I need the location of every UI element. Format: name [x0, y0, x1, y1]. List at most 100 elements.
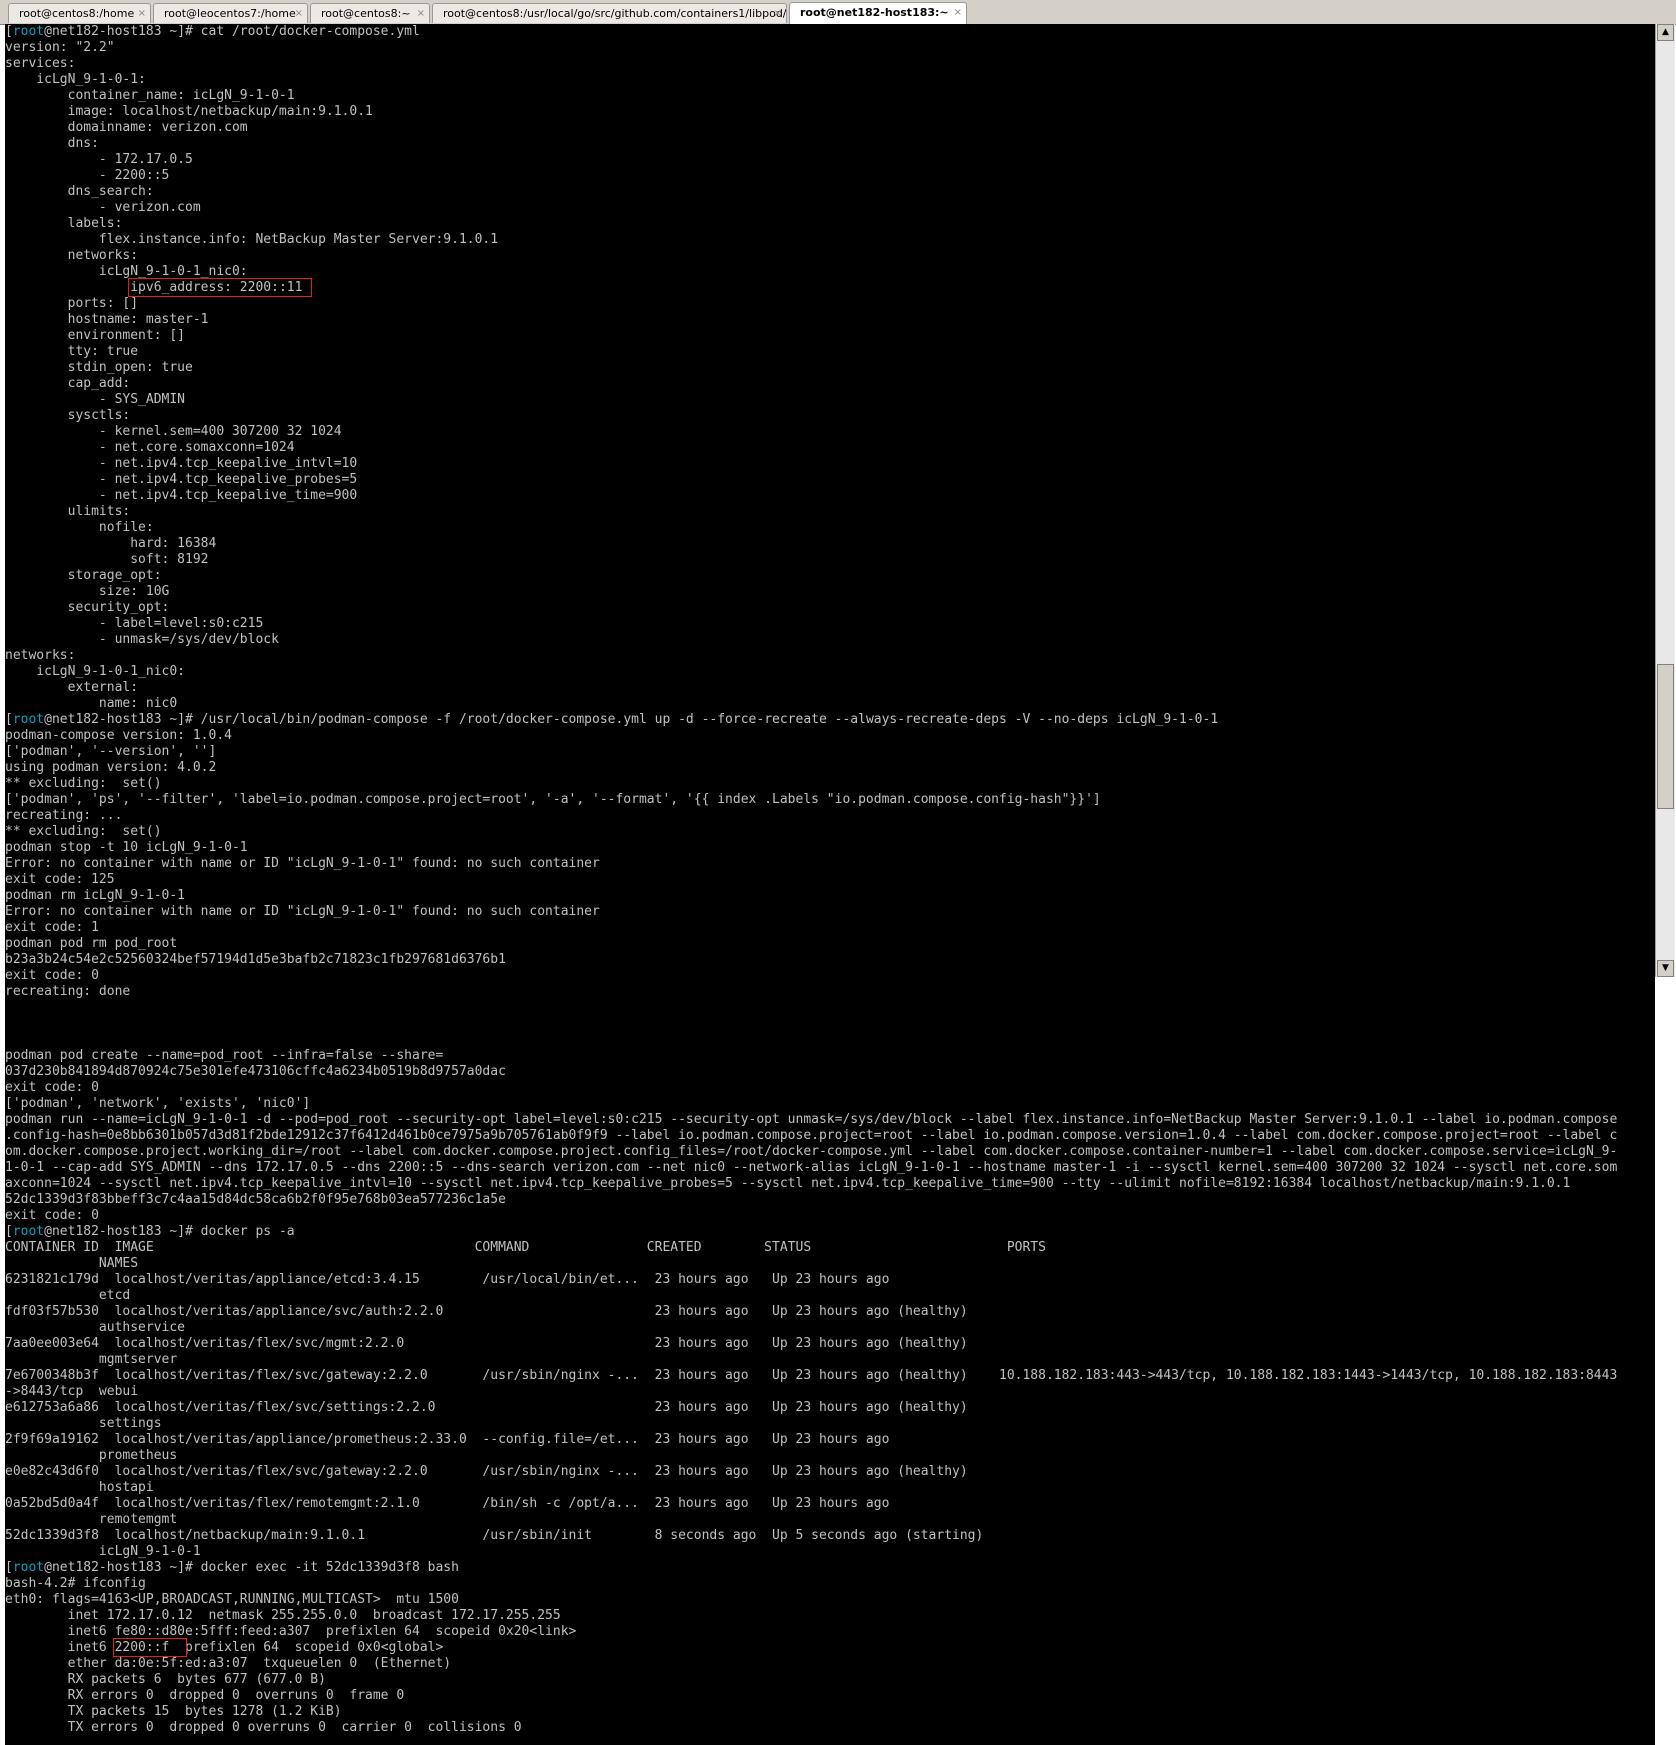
terminal-text-segment: - net.core.somaxconn=1024: [5, 440, 295, 455]
terminal-text-segment: sysctls:: [5, 408, 131, 423]
terminal-line: external:: [5, 680, 1655, 696]
highlighted-text: ipv6_address: 2200::11: [128, 278, 313, 297]
terminal-output[interactable]: [root@net182-host183 ~]# cat /root/docke…: [5, 24, 1655, 1745]
terminal-line: 7e6700348b3f localhost/veritas/flex/svc/…: [5, 1368, 1655, 1384]
terminal-line: tty: true: [5, 344, 1655, 360]
tab-root-centos8-libpod-bin[interactable]: root@centos8:/usr/local/go/src/github.co…: [432, 3, 787, 23]
terminal-line: 0a52bd5d0a4f localhost/veritas/flex/remo…: [5, 1496, 1655, 1512]
terminal-text-segment: - label=level:s0:c215: [5, 616, 264, 631]
tab-root-centos8-home-dir[interactable]: root@centos8:~ ×: [310, 3, 430, 23]
tab-label: root@centos8:/usr/local/go/src/github.co…: [443, 7, 787, 20]
terminal-line: storage_opt:: [5, 568, 1655, 584]
terminal-text-segment: ->8443/tcp webui: [5, 1384, 139, 1399]
prompt-user: root: [12, 1560, 45, 1575]
terminal-text-segment: 0a52bd5d0a4f localhost/veritas/flex/remo…: [5, 1496, 890, 1511]
terminal-text-segment: podman stop -t 10 icLgN_9-1-0-1: [5, 840, 248, 855]
vertical-scrollbar[interactable]: ▲ ▼: [1655, 24, 1675, 977]
terminal-line: - unmask=/sys/dev/block: [5, 632, 1655, 648]
terminal-text-segment: TX packets 15 bytes 1278 (1.2 KiB): [5, 1704, 342, 1719]
terminal-text-segment: podman pod create --name=pod_root --infr…: [5, 1048, 444, 1063]
terminal-line: prometheus: [5, 1448, 1655, 1464]
terminal-line: podman rm icLgN_9-1-0-1: [5, 888, 1655, 904]
terminal-text-segment: recreating: done: [5, 984, 131, 999]
terminal-text-segment: 1-0-1 --cap-add SYS_ADMIN --dns 172.17.0…: [5, 1160, 1618, 1175]
terminal-text-segment: - kernel.sem=400 307200 32 1024: [5, 424, 342, 439]
terminal-line: ether da:0e:5f:ed:a3:07 txqueuelen 0 (Et…: [5, 1656, 1655, 1672]
close-icon[interactable]: ×: [295, 4, 303, 23]
terminal-line: RX packets 6 bytes 677 (677.0 B): [5, 1672, 1655, 1688]
terminal-line: icLgN_9-1-0-1_nic0:: [5, 664, 1655, 680]
close-icon[interactable]: ×: [138, 4, 146, 23]
terminal-line: fdf03f57b530 localhost/veritas/appliance…: [5, 1304, 1655, 1320]
terminal-line: Error: no container with name or ID "icL…: [5, 904, 1655, 920]
terminal-text-segment: podman run --name=icLgN_9-1-0-1 -d --pod…: [5, 1112, 1618, 1127]
terminal-text-segment: etcd: [5, 1288, 131, 1303]
terminal-line: 1-0-1 --cap-add SYS_ADMIN --dns 172.17.0…: [5, 1160, 1655, 1176]
terminal-text-segment: container_name: icLgN_9-1-0-1: [5, 88, 295, 103]
terminal-text-segment: CONTAINER ID IMAGE COMMAND CREATED STATU…: [5, 1240, 1046, 1255]
scroll-up-arrow-icon[interactable]: ▲: [1657, 24, 1674, 41]
prompt-bracket: [: [5, 1224, 13, 1239]
terminal-text-segment: Error: no container with name or ID "icL…: [5, 904, 600, 919]
tab-label: root@net182-host183:~: [800, 6, 949, 19]
tab-label: root@centos8:~: [321, 7, 411, 20]
terminal-line: etcd: [5, 1288, 1655, 1304]
terminal-line: ulimits:: [5, 504, 1655, 520]
terminal-text-segment: 7e6700348b3f localhost/veritas/flex/svc/…: [5, 1368, 1618, 1383]
terminal-line: om.docker.compose.project.working_dir=/r…: [5, 1144, 1655, 1160]
terminal-line: [root@net182-host183 ~]# cat /root/docke…: [5, 24, 1655, 40]
terminal-text-segment: e612753a6a86 localhost/veritas/flex/svc/…: [5, 1400, 968, 1415]
terminal-line: - label=level:s0:c215: [5, 616, 1655, 632]
terminal-text-segment: icLgN_9-1-0-1_nic0:: [5, 264, 248, 279]
tab-root-centos8-home[interactable]: root@centos8:/home ×: [8, 3, 151, 23]
scroll-down-arrow-icon[interactable]: ▼: [1657, 960, 1674, 977]
terminal-text-segment: 037d230b841894d870924c75e301efe473106cff…: [5, 1064, 506, 1079]
terminal-text-segment: prefixlen 64 scopeid 0x0<global>: [185, 1640, 444, 1655]
terminal-line: remotemgmt: [5, 1512, 1655, 1528]
terminal-text-segment: RX packets 6 bytes 677 (677.0 B): [5, 1672, 326, 1687]
terminal-line: podman stop -t 10 icLgN_9-1-0-1: [5, 840, 1655, 856]
terminal-text-segment: tty: true: [5, 344, 139, 359]
close-icon[interactable]: ×: [417, 4, 425, 23]
terminal-text-segment: - unmask=/sys/dev/block: [5, 632, 279, 647]
terminal-line: domainname: verizon.com: [5, 120, 1655, 136]
terminal-text-segment: NAMES: [5, 1256, 139, 1271]
tab-root-leocentos7-home[interactable]: root@leocentos7:/home ×: [153, 3, 308, 23]
terminal-line: ['podman', '--version', '']: [5, 744, 1655, 760]
tab-root-net182-host183[interactable]: root@net182-host183:~ ×: [789, 2, 967, 24]
terminal-line: Error: no container with name or ID "icL…: [5, 856, 1655, 872]
terminal-text-segment: exit code: 1: [5, 920, 99, 935]
terminal-line: hostname: master-1: [5, 312, 1655, 328]
terminal-text-segment: exit code: 0: [5, 1208, 99, 1223]
tab-label: root@centos8:/home: [19, 7, 135, 20]
terminal-text-segment: ['podman', 'network', 'exists', 'nic0']: [5, 1096, 311, 1111]
terminal-line: flex.instance.info: NetBackup Master Ser…: [5, 232, 1655, 248]
terminal-line: settings: [5, 1416, 1655, 1432]
terminal-text-segment: TX errors 0 dropped 0 overruns 0 carrier…: [5, 1720, 522, 1735]
terminal-line: - kernel.sem=400 307200 32 1024: [5, 424, 1655, 440]
terminal-text-segment: - net.ipv4.tcp_keepalive_intvl=10: [5, 456, 358, 471]
scroll-thumb[interactable]: [1657, 664, 1674, 809]
terminal-text-segment: ** excluding: set(): [5, 824, 162, 839]
terminal-line: RX errors 0 dropped 0 overruns 0 frame 0: [5, 1688, 1655, 1704]
close-icon[interactable]: ×: [954, 3, 962, 22]
terminal-text-segment: flex.instance.info: NetBackup Master Ser…: [5, 232, 499, 247]
terminal-text-segment: 2f9f69a19162 localhost/veritas/appliance…: [5, 1432, 890, 1447]
terminal-line: services:: [5, 56, 1655, 72]
terminal-text-segment: axconn=1024 --sysctl net.ipv4.tcp_keepal…: [5, 1176, 1571, 1191]
prompt-user: root: [12, 1224, 45, 1239]
terminal-text-segment: - 172.17.0.5: [5, 152, 193, 167]
terminal-line: [root@net182-host183 ~]# docker exec -it…: [5, 1560, 1655, 1576]
close-icon[interactable]: ×: [774, 4, 782, 23]
terminal-text-segment: podman-compose version: 1.0.4: [5, 728, 232, 743]
terminal-text-segment: services:: [5, 56, 76, 71]
terminal-line: mgmtserver: [5, 1352, 1655, 1368]
terminal-text-segment: labels:: [5, 216, 123, 231]
terminal-line: podman pod rm pod_root: [5, 936, 1655, 952]
terminal-line: ** excluding: set(): [5, 776, 1655, 792]
terminal-line: recreating: ...: [5, 808, 1655, 824]
